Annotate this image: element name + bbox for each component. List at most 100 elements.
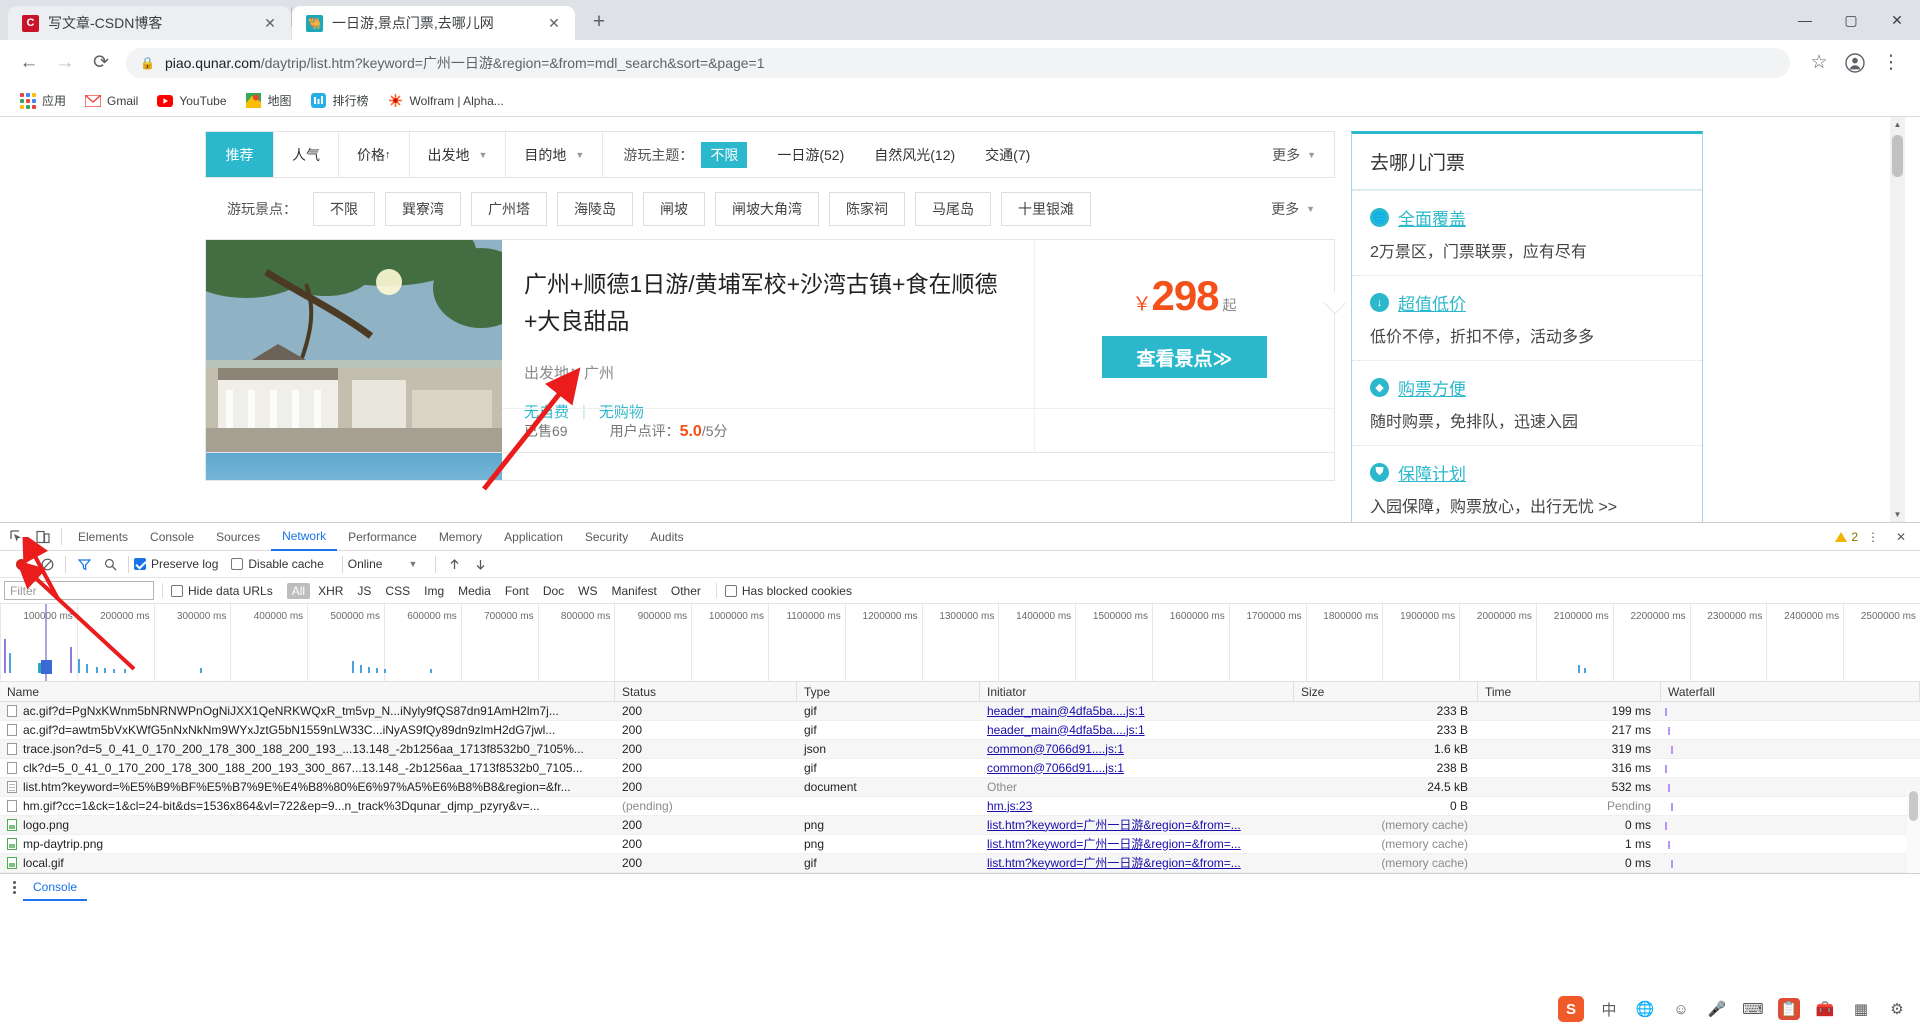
reload-icon[interactable]: ⟳: [84, 46, 118, 80]
browser-tab-1[interactable]: C 写文章-CSDN博客 ✕: [8, 6, 291, 40]
request-name-cell[interactable]: hm.gif?cc=1&ck=1&cl=24-bit&ds=1536x864&v…: [0, 797, 615, 816]
type-filter-ws[interactable]: WS: [572, 583, 603, 599]
type-filter-font[interactable]: Font: [499, 583, 535, 599]
tab-close-icon[interactable]: ✕: [543, 12, 565, 34]
spot-chip-7[interactable]: 马尾岛: [915, 192, 991, 226]
product-thumbnail[interactable]: [206, 240, 502, 452]
ime-voice-icon[interactable]: 🎤: [1706, 998, 1728, 1020]
column-header-status[interactable]: Status: [615, 681, 797, 702]
initiator-link[interactable]: hm.js:23: [987, 799, 1032, 813]
devtools-tab-memory[interactable]: Memory: [428, 523, 493, 551]
ime-punctuation-icon[interactable]: 🌐: [1634, 998, 1656, 1020]
device-toolbar-icon[interactable]: [30, 524, 56, 550]
filter-icon[interactable]: [71, 551, 97, 577]
spot-chip-4[interactable]: 闸坡: [643, 192, 705, 226]
table-row[interactable]: mp-daytrip.png 200 png list.htm?keyword=广州一…: [0, 835, 1920, 854]
preserve-log-toggle[interactable]: Preserve log: [134, 557, 218, 571]
theme-chip-daytrip[interactable]: 一日游(52): [777, 145, 844, 165]
spot-chip-5[interactable]: 闸坡大角湾: [715, 192, 819, 226]
table-row[interactable]: list.htm?keyword=%E5%B9%BF%E5%B7%9E%E4%B…: [0, 778, 1920, 797]
has-blocked-cookies-toggle[interactable]: Has blocked cookies: [724, 584, 852, 598]
view-spots-button[interactable]: 查看景点≫: [1102, 336, 1267, 378]
sogou-icon[interactable]: S: [1558, 996, 1584, 1022]
column-header-type[interactable]: Type: [797, 681, 980, 702]
sidebar-item-title[interactable]: 保障计划: [1398, 460, 1466, 485]
sidebar-item-title[interactable]: 超值低价: [1398, 290, 1466, 315]
request-name-cell[interactable]: clk?d=5_0_41_0_170_200_178_300_188_200_1…: [0, 759, 615, 778]
tab-close-icon[interactable]: ✕: [259, 12, 281, 34]
product-card[interactable]: 广州+顺德1日游/黄埔军校+沙湾古镇+食在顺德+大良甜品 出发地：广州 无自费 …: [205, 239, 1347, 453]
initiator-link[interactable]: common@7066d91....js:1: [987, 742, 1124, 756]
throttling-select[interactable]: Online ▼: [348, 557, 418, 571]
column-header-name[interactable]: Name: [0, 681, 615, 702]
close-window-button[interactable]: ✕: [1874, 0, 1920, 40]
search-icon[interactable]: [97, 551, 123, 577]
initiator-link[interactable]: header_main@4dfa5ba....js:1: [987, 723, 1145, 737]
drawer-more-icon[interactable]: [6, 881, 23, 894]
devtools-tab-console[interactable]: Console: [139, 523, 205, 551]
sidebar-item-title[interactable]: 购票方便: [1398, 375, 1466, 400]
ime-toolbox-icon[interactable]: 🧰: [1814, 998, 1836, 1020]
initiator-link[interactable]: list.htm?keyword=广州一日游&region=&from=...: [987, 856, 1241, 870]
profile-avatar-icon[interactable]: [1838, 46, 1872, 80]
ime-keyboard-icon[interactable]: ⌨: [1742, 998, 1764, 1020]
column-header-size[interactable]: Size: [1294, 681, 1478, 702]
address-bar[interactable]: 🔒 piao.qunar.com/daytrip/list.htm?keywor…: [126, 47, 1790, 78]
column-header-time[interactable]: Time: [1478, 681, 1661, 702]
browser-tab-2[interactable]: 🐫 一日游,景点门票,去哪儿网 ✕: [292, 6, 575, 40]
bookmark-maps[interactable]: 地图: [238, 88, 300, 113]
ime-mode-chinese[interactable]: 中: [1598, 998, 1620, 1020]
disable-cache-toggle[interactable]: Disable cache: [231, 557, 324, 571]
spot-chip-8[interactable]: 十里银滩: [1001, 192, 1091, 226]
browser-menu-icon[interactable]: ⋮: [1874, 46, 1908, 80]
table-row[interactable]: trace.json?d=5_0_41_0_170_200_178_300_18…: [0, 740, 1920, 759]
spot-chip-0[interactable]: 不限: [313, 192, 375, 226]
sort-tab-recommend[interactable]: 推荐: [206, 132, 274, 177]
column-header-waterfall[interactable]: Waterfall: [1661, 681, 1920, 702]
spot-chip-2[interactable]: 广州塔: [471, 192, 547, 226]
devtools-tab-audits[interactable]: Audits: [639, 523, 694, 551]
ime-panel-icon[interactable]: ▦: [1850, 998, 1872, 1020]
disable-cache-checkbox[interactable]: [231, 558, 244, 570]
dropdown-departure[interactable]: 出发地 ▼: [410, 132, 507, 177]
table-row[interactable]: local.gif 200 gif list.htm?keyword=广州一日游&re…: [0, 854, 1920, 873]
theme-chip-transport[interactable]: 交通(7): [985, 145, 1030, 165]
maximize-button[interactable]: ▢: [1828, 0, 1874, 40]
devtools-tab-application[interactable]: Application: [493, 523, 574, 551]
sort-tab-popularity[interactable]: 人气: [274, 132, 339, 177]
devtools-tab-performance[interactable]: Performance: [337, 523, 428, 551]
product-card-next[interactable]: [205, 453, 1335, 481]
type-filter-all[interactable]: All: [286, 582, 311, 599]
has-blocked-cookies-checkbox[interactable]: [724, 584, 737, 597]
devtools-tab-network[interactable]: Network: [271, 523, 338, 551]
request-name-cell[interactable]: ac.gif?d=PgNxKWnm5bNRNWPnOgNiJXX1QeNRKWQ…: [0, 702, 615, 721]
type-filter-media[interactable]: Media: [452, 583, 497, 599]
spot-chip-6[interactable]: 陈家祠: [829, 192, 905, 226]
bookmark-youtube[interactable]: YouTube: [149, 89, 234, 113]
bookmark-ranking[interactable]: 排行榜: [303, 88, 377, 113]
type-filter-img[interactable]: Img: [418, 583, 450, 599]
scroll-thumb[interactable]: [1892, 135, 1903, 177]
table-row[interactable]: hm.gif?cc=1&ck=1&cl=24-bit&ds=1536x864&v…: [0, 797, 1920, 816]
type-filter-manifest[interactable]: Manifest: [606, 583, 663, 599]
drawer-tab-console[interactable]: Console: [23, 875, 88, 901]
export-har-icon[interactable]: [467, 551, 493, 577]
hide-data-urls-toggle[interactable]: Hide data URLs: [171, 584, 273, 598]
ime-settings-icon[interactable]: ⚙: [1886, 998, 1908, 1020]
ime-clipboard-icon[interactable]: 📋: [1778, 998, 1800, 1020]
bookmark-star-icon[interactable]: ☆: [1802, 46, 1836, 80]
request-name-cell[interactable]: mp-daytrip.png: [0, 835, 615, 854]
request-name-cell[interactable]: trace.json?d=5_0_41_0_170_200_178_300_18…: [0, 740, 615, 759]
table-row[interactable]: clk?d=5_0_41_0_170_200_178_300_188_200_1…: [0, 759, 1920, 778]
devtools-tab-security[interactable]: Security: [574, 523, 639, 551]
request-name-cell[interactable]: logo.png: [0, 816, 615, 835]
type-filter-doc[interactable]: Doc: [537, 583, 570, 599]
warning-badge[interactable]: 2: [1835, 530, 1858, 544]
spot-chip-1[interactable]: 巽寮湾: [385, 192, 461, 226]
close-devtools-icon[interactable]: ✕: [1888, 524, 1914, 550]
new-tab-button[interactable]: +: [584, 7, 614, 37]
initiator-link[interactable]: list.htm?keyword=广州一日游&region=&from=...: [987, 837, 1241, 851]
type-filter-xhr[interactable]: XHR: [312, 583, 349, 599]
request-name-cell[interactable]: list.htm?keyword=%E5%B9%BF%E5%B7%9E%E4%B…: [0, 778, 615, 797]
spot-chip-3[interactable]: 海陵岛: [557, 192, 633, 226]
